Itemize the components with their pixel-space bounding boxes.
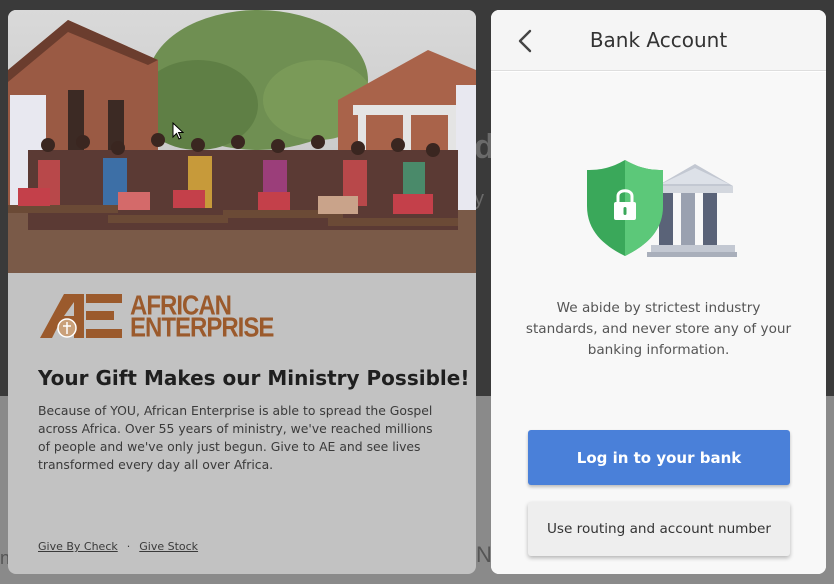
give-by-check-link[interactable]: Give By Check — [38, 540, 118, 553]
panel-header: Bank Account — [491, 10, 826, 71]
mouse-cursor-icon — [172, 122, 184, 140]
link-separator: · — [126, 540, 131, 553]
log-in-to-bank-button[interactable]: Log in to your bank — [528, 430, 790, 485]
background-text: N — [476, 542, 492, 567]
campaign-card: AFRICAN ENTERPRISE Your Gift Makes our M… — [8, 10, 476, 574]
logo-text-line2: ENTERPRISE — [130, 312, 274, 344]
chevron-left-icon[interactable] — [515, 28, 537, 54]
african-enterprise-logo: AFRICAN ENTERPRISE — [40, 292, 274, 344]
campaign-description: Because of YOU, African Enterprise is ab… — [38, 403, 433, 472]
alternate-give-links: Give By Check · Give Stock — [38, 540, 198, 553]
give-stock-link[interactable]: Give Stock — [139, 540, 198, 553]
ae-logo-mark-icon — [40, 294, 122, 338]
panel-body: We abide by strictest industry standards… — [491, 72, 826, 574]
panel-title: Bank Account — [589, 28, 728, 52]
shield-lock-icon — [587, 160, 663, 256]
bank-account-panel: Bank Account We abide by strictest indus… — [491, 10, 826, 574]
hero-photo — [8, 10, 476, 273]
campaign-headline: Your Gift Makes our Ministry Possible! — [38, 366, 470, 390]
use-routing-number-button[interactable]: Use routing and account number — [528, 502, 790, 556]
security-statement: We abide by strictest industry standards… — [525, 300, 792, 358]
security-illustration — [587, 160, 737, 257]
